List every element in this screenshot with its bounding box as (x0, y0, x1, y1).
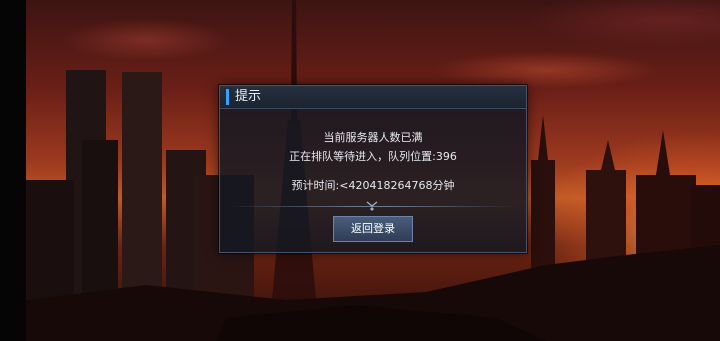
dialog-title: 提示 (235, 89, 262, 104)
dialog-header: 提示 (220, 86, 526, 109)
estimated-time-message: 预计时间:<420418264768分钟 (291, 179, 455, 192)
chevron-diamond-icon (366, 201, 378, 211)
queue-dialog: 提示 当前服务器人数已满 正在排队等待进入，队列位置:396 预计时间:<420… (219, 85, 527, 253)
header-accent-bar (226, 89, 229, 105)
server-full-message: 当前服务器人数已满 (323, 131, 423, 144)
left-black-bar (0, 0, 26, 341)
queue-position-message: 正在排队等待进入，队列位置:396 (289, 150, 457, 163)
return-login-button[interactable]: 返回登录 (333, 216, 413, 242)
